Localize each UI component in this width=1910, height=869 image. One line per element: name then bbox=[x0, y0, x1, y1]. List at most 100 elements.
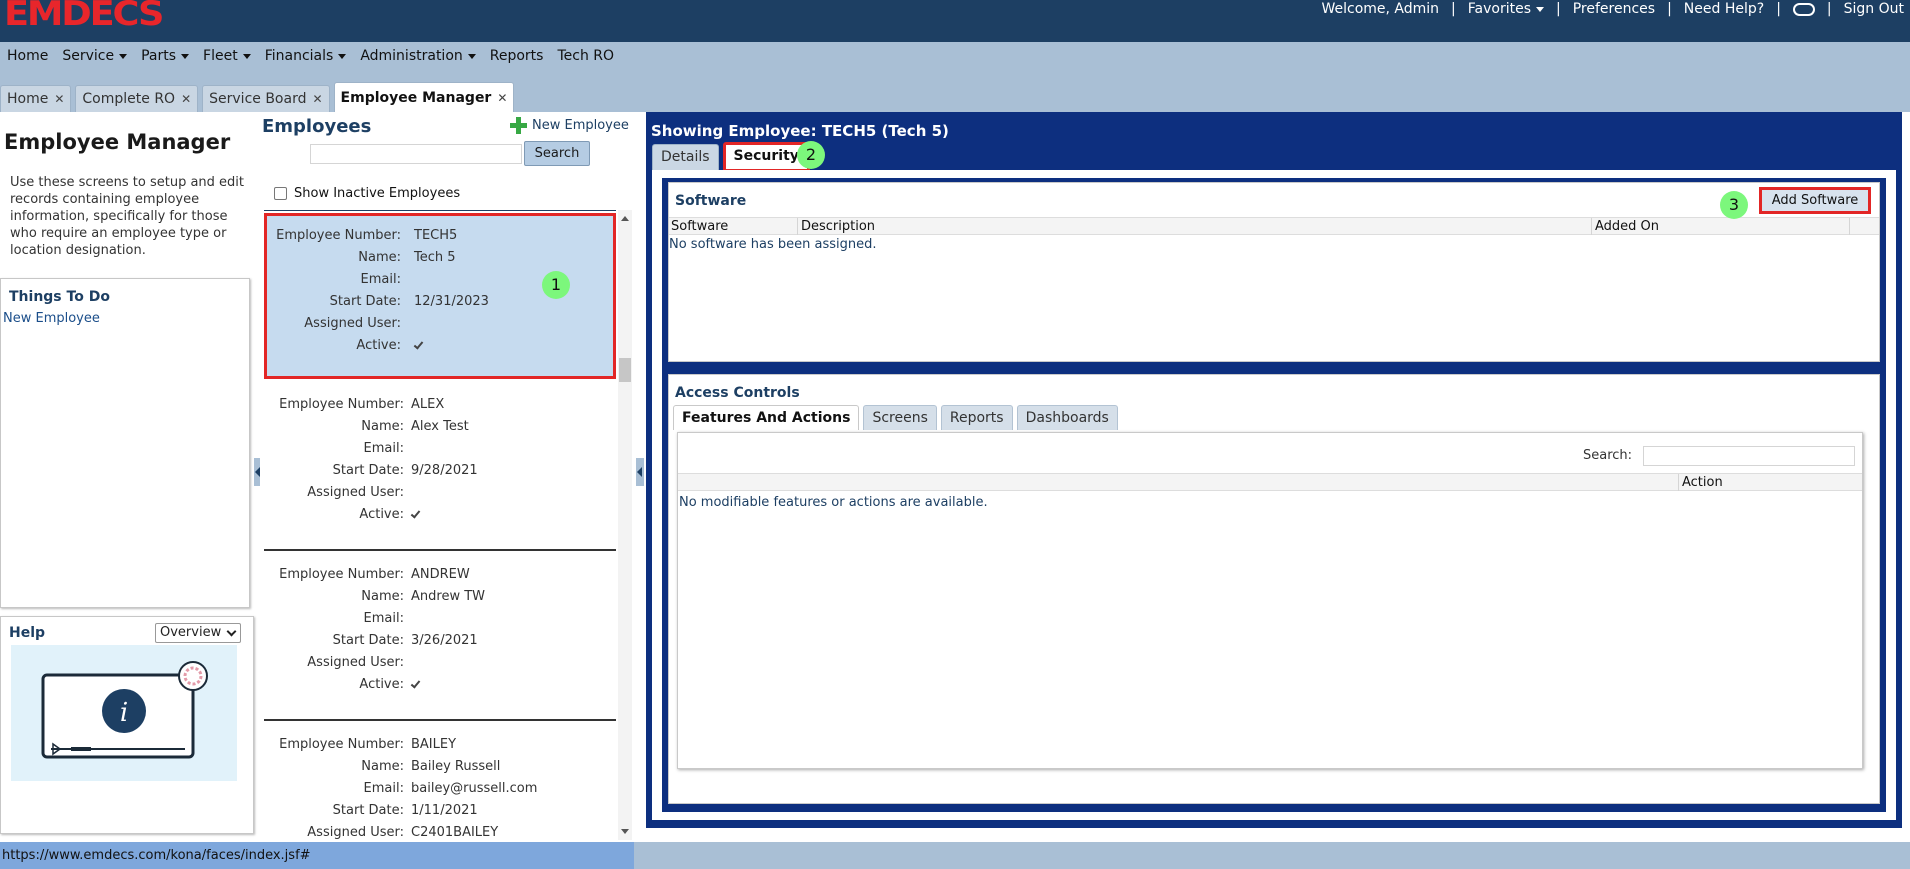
emdecs-logo[interactable]: EMDECS bbox=[4, 0, 164, 34]
employee-card-bailey[interactable]: Employee Number: BAILEY Name: Bailey Russe… bbox=[264, 721, 616, 840]
page-title: Employee Manager bbox=[4, 130, 231, 154]
add-software-button[interactable]: Add Software bbox=[1759, 187, 1871, 214]
field-assigned-user: Assigned User: C2401BAILEY bbox=[307, 825, 499, 840]
field-email: Email: bbox=[363, 611, 404, 626]
welcome-text: Welcome, Admin bbox=[1321, 1, 1440, 17]
help-topic-select[interactable]: Overview bbox=[155, 623, 241, 643]
scrollbar-thumb[interactable] bbox=[619, 358, 631, 382]
nav-bar: Home Service Parts Fleet Financials Admi… bbox=[0, 42, 1910, 112]
employee-search-input[interactable] bbox=[310, 144, 522, 164]
menu-home[interactable]: Home bbox=[0, 48, 55, 64]
employee-card-alex[interactable]: Employee Number: ALEX Name: Alex Test Emai… bbox=[264, 381, 616, 551]
employee-list-scrollbar[interactable] bbox=[618, 210, 632, 840]
menu-administration[interactable]: Administration bbox=[353, 48, 482, 64]
employee-search-button[interactable]: Search bbox=[524, 141, 590, 166]
column-added-on[interactable]: Added On bbox=[1593, 219, 1659, 234]
employees-list-panel: Employees New Employee Search Show Inact… bbox=[260, 112, 632, 842]
access-controls-tabs: Features And Actions Screens Reports Das… bbox=[673, 405, 1122, 430]
top-right-links: Welcome, Admin | Favorites | Preferences… bbox=[1315, 0, 1910, 18]
tab-details[interactable]: Details bbox=[652, 144, 719, 170]
separator: | bbox=[1776, 1, 1781, 17]
field-name: Name: Andrew TW bbox=[361, 589, 486, 604]
menu-tech-ro[interactable]: Tech RO bbox=[550, 48, 621, 64]
tab-dashboards[interactable]: Dashboards bbox=[1016, 405, 1118, 430]
scroll-up-icon[interactable] bbox=[621, 216, 629, 221]
field-assigned-user: Assigned User: bbox=[307, 655, 404, 670]
checkmark-icon bbox=[413, 339, 424, 350]
annotation-badge-3: 3 bbox=[1720, 191, 1748, 219]
tab-complete-ro[interactable]: Complete RO ✕ bbox=[75, 85, 199, 112]
field-start-date: Start Date: 9/28/2021 bbox=[332, 463, 478, 478]
annotation-badge-2: 2 bbox=[797, 141, 825, 169]
help-panel: Help Overview i bbox=[0, 616, 254, 834]
chevron-down-icon bbox=[338, 53, 347, 59]
menu-fleet[interactable]: Fleet bbox=[196, 48, 258, 64]
field-employee-number: Employee Number: ANDREW bbox=[279, 567, 470, 582]
status-url: https://www.emdecs.com/kona/faces/index.… bbox=[0, 842, 634, 869]
access-search-input[interactable] bbox=[1643, 446, 1855, 466]
show-inactive-checkbox[interactable]: Show Inactive Employees bbox=[274, 186, 460, 201]
favorites-menu[interactable]: Favorites bbox=[1462, 1, 1550, 17]
need-help-link[interactable]: Need Help? bbox=[1678, 1, 1770, 17]
things-to-do-title: Things To Do bbox=[9, 289, 110, 305]
help-title: Help bbox=[9, 625, 46, 641]
close-icon[interactable]: ✕ bbox=[497, 91, 507, 105]
collapse-list-panel-handle[interactable] bbox=[636, 458, 644, 486]
menu-financials[interactable]: Financials bbox=[258, 48, 354, 64]
employee-card-andrew[interactable]: Employee Number: ANDREW Name: Andrew TW Em… bbox=[264, 551, 616, 721]
chevron-down-icon bbox=[467, 53, 476, 59]
tab-home[interactable]: Home ✕ bbox=[0, 85, 72, 112]
field-start-date: Start Date: 3/26/2021 bbox=[332, 633, 478, 648]
scroll-down-icon[interactable] bbox=[621, 829, 629, 834]
tab-service-board[interactable]: Service Board ✕ bbox=[202, 85, 330, 112]
field-assigned-user: Assigned User: bbox=[307, 485, 404, 500]
access-controls-title: Access Controls bbox=[675, 385, 800, 401]
sign-out-link[interactable]: Sign Out bbox=[1838, 1, 1910, 17]
plus-icon bbox=[510, 117, 527, 134]
checkbox-icon[interactable] bbox=[274, 187, 287, 200]
column-description[interactable]: Description bbox=[799, 219, 875, 234]
cloud-icon[interactable] bbox=[1787, 1, 1821, 17]
tab-employee-manager[interactable]: Employee Manager ✕ bbox=[333, 82, 515, 112]
top-bar: EMDECS Welcome, Admin | Favorites | Pref… bbox=[0, 0, 1910, 42]
chevron-down-icon bbox=[1536, 6, 1545, 12]
detail-tabs: Details Security bbox=[652, 142, 814, 172]
page-description: Use these screens to setup and edit reco… bbox=[10, 175, 244, 258]
tab-screens[interactable]: Screens bbox=[863, 405, 937, 430]
close-icon[interactable]: ✕ bbox=[54, 92, 64, 106]
field-name: Name: Tech 5 bbox=[358, 250, 456, 265]
help-video-thumbnail[interactable]: i bbox=[11, 645, 237, 781]
software-section: Software Add Software Software Descripti… bbox=[668, 182, 1880, 362]
field-name: Name: Bailey Russell bbox=[361, 759, 501, 774]
tab-features-and-actions[interactable]: Features And Actions bbox=[673, 405, 860, 430]
things-to-do-panel: Things To Do New Employee bbox=[0, 278, 250, 608]
field-email: Email: bbox=[363, 441, 404, 456]
close-icon[interactable]: ✕ bbox=[181, 92, 191, 106]
tab-reports[interactable]: Reports bbox=[940, 405, 1013, 430]
new-employee-button[interactable]: New Employee bbox=[510, 117, 629, 134]
preferences-link[interactable]: Preferences bbox=[1567, 1, 1661, 17]
features-empty-message: No modifiable features or actions are av… bbox=[679, 495, 988, 510]
menu-reports[interactable]: Reports bbox=[483, 48, 551, 64]
field-active: Active: bbox=[264, 673, 616, 695]
close-icon[interactable]: ✕ bbox=[312, 92, 322, 106]
menu-service[interactable]: Service bbox=[55, 48, 134, 64]
access-controls-section: Access Controls Features And Actions Scr… bbox=[668, 374, 1880, 804]
column-action[interactable]: Action bbox=[1682, 475, 1723, 490]
separator: | bbox=[1556, 1, 1561, 17]
separator: | bbox=[1826, 1, 1832, 17]
features-actions-panel: Search: Action No modifiable features or… bbox=[677, 432, 1863, 769]
column-software[interactable]: Software bbox=[669, 219, 728, 234]
field-start-date: Start Date: 1/11/2021 bbox=[332, 803, 478, 818]
field-active: Active: bbox=[264, 503, 616, 525]
field-employee-number: Employee Number: BAILEY bbox=[279, 737, 457, 752]
separator: | bbox=[1667, 1, 1672, 17]
new-employee-link[interactable]: New Employee bbox=[3, 311, 100, 326]
chevron-down-icon bbox=[226, 626, 237, 637]
chevron-down-icon bbox=[119, 53, 128, 59]
field-active: Active: bbox=[267, 334, 613, 356]
menu-parts[interactable]: Parts bbox=[134, 48, 196, 64]
detail-title: Showing Employee: TECH5 (Tech 5) bbox=[651, 122, 949, 140]
access-search-label: Search: bbox=[1583, 448, 1633, 463]
chevron-down-icon bbox=[181, 53, 190, 59]
